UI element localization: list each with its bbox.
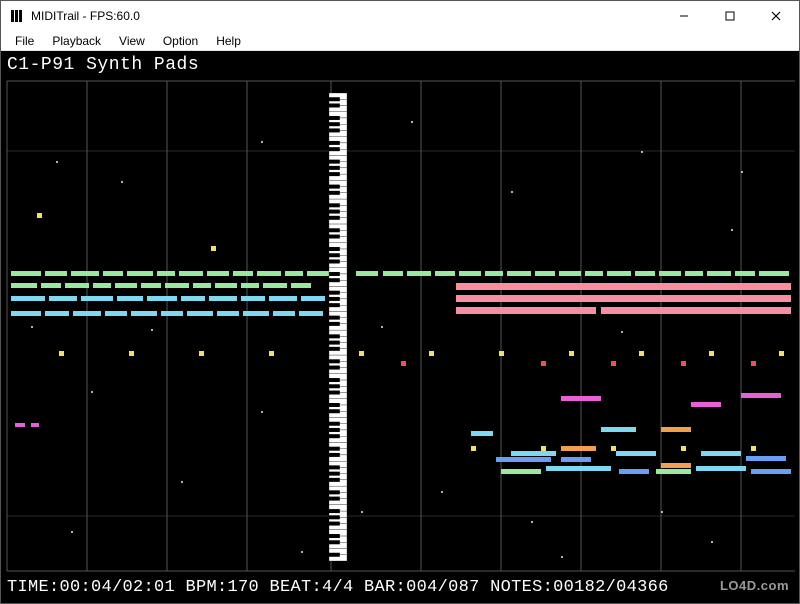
window-title: MIDITrail - FPS:60.0 — [31, 9, 661, 23]
menu-file[interactable]: File — [7, 32, 42, 50]
piano-keyboard — [329, 93, 347, 561]
midi-scene — [1, 51, 799, 603]
menu-help[interactable]: Help — [208, 32, 249, 50]
midi-viewport[interactable]: C1-P91 Synth Pads TIME:00:04/02:01 BPM:1… — [1, 51, 799, 603]
close-button[interactable] — [753, 1, 799, 30]
maximize-button[interactable] — [707, 1, 753, 30]
app-window: MIDITrail - FPS:60.0 File Playback View … — [0, 0, 800, 604]
window-controls — [661, 1, 799, 30]
menu-playback[interactable]: Playback — [44, 32, 109, 50]
menu-view[interactable]: View — [111, 32, 153, 50]
midi-notes — [11, 213, 791, 474]
app-icon — [9, 8, 25, 24]
menu-option[interactable]: Option — [155, 32, 206, 50]
hud-status-line: TIME:00:04/02:01 BPM:170 BEAT:4/4 BAR:00… — [7, 578, 669, 597]
background-stars — [31, 121, 743, 558]
watermark: LO4D.com — [720, 578, 789, 593]
hud-channel-label: C1-P91 Synth Pads — [7, 55, 199, 75]
titlebar: MIDITrail - FPS:60.0 — [1, 1, 799, 31]
minimize-button[interactable] — [661, 1, 707, 30]
grid-lines — [7, 81, 795, 571]
menubar: File Playback View Option Help — [1, 31, 799, 51]
